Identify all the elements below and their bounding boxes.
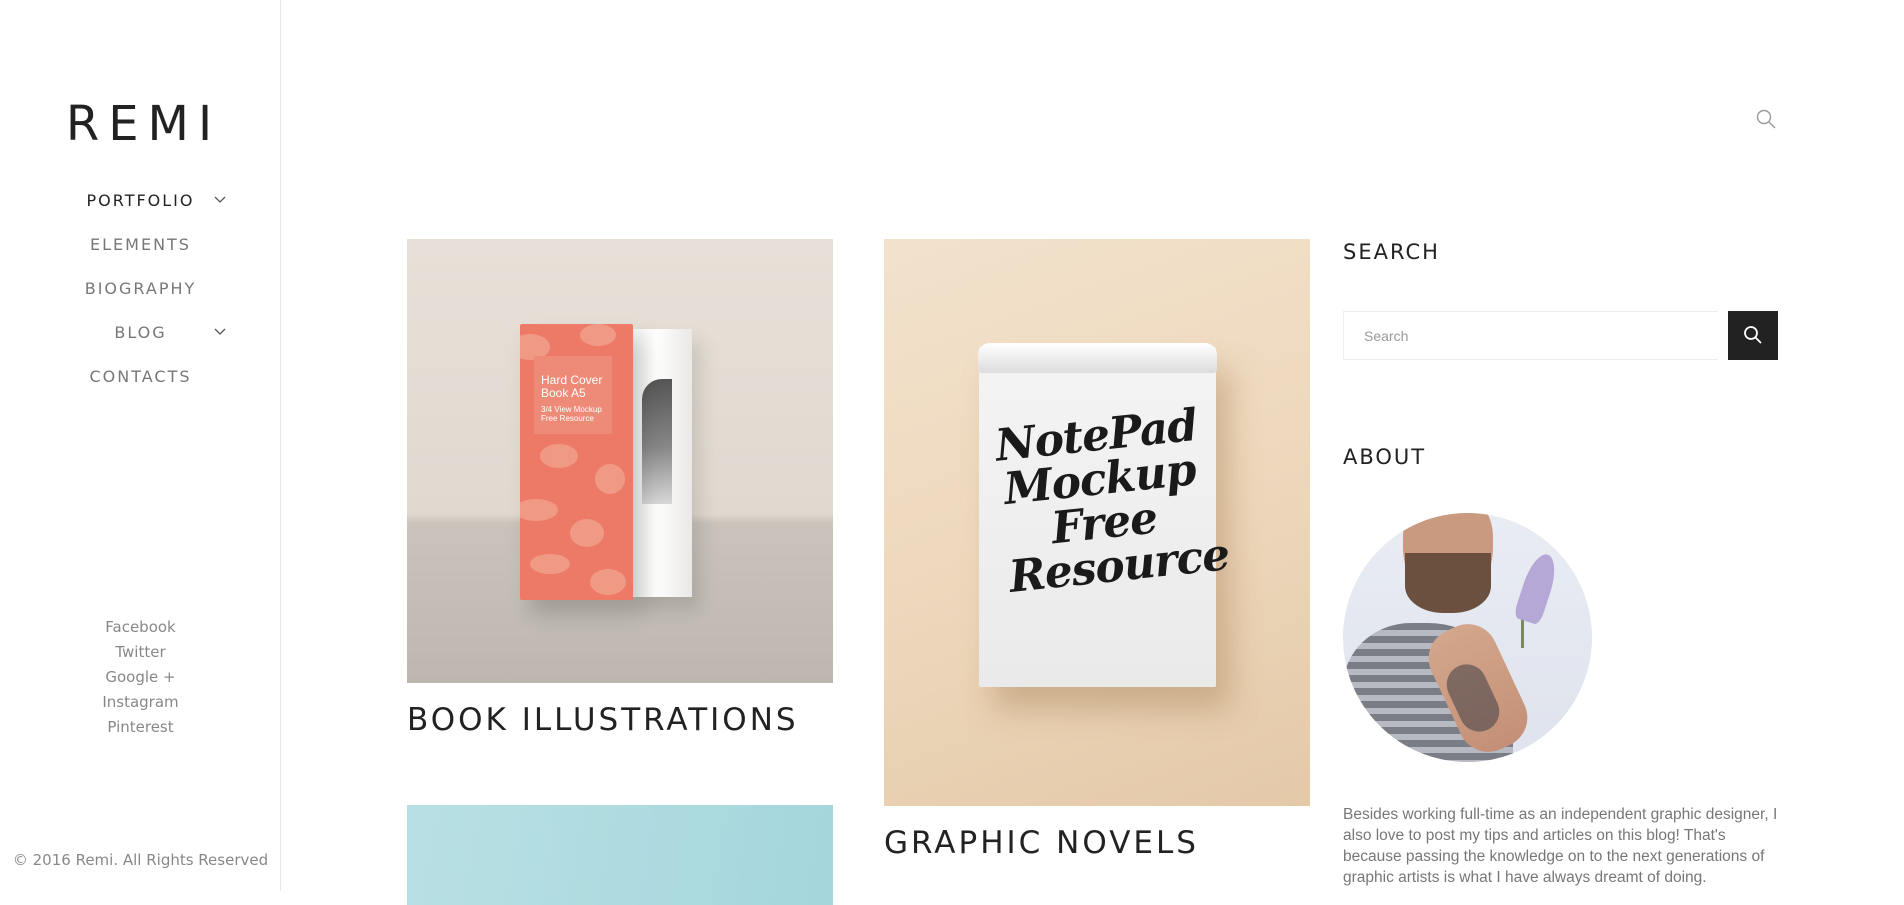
social-link-google-plus[interactable]: Google + xyxy=(0,665,281,690)
social-links: Facebook Twitter Google + Instagram Pint… xyxy=(0,615,281,740)
site-logo[interactable]: REMI xyxy=(0,96,281,152)
portfolio-title[interactable]: BOOK ILLUSTRATIONS xyxy=(407,702,799,738)
search-icon xyxy=(1744,326,1762,344)
portfolio-image-teal[interactable] xyxy=(407,805,833,905)
nav-item-blog[interactable]: BLOG xyxy=(0,318,281,362)
book-page-photo xyxy=(642,379,672,504)
social-link-instagram[interactable]: Instagram xyxy=(0,690,281,715)
book-cover-text: Hard Cover Book A5 3/4 View Mockup Free … xyxy=(541,373,603,424)
portfolio-image-notepad[interactable]: NotePad Mockup Free Resource xyxy=(884,239,1310,806)
social-link-twitter[interactable]: Twitter xyxy=(0,640,281,665)
book-cover: Hard Cover Book A5 3/4 View Mockup Free … xyxy=(520,324,633,600)
nav-item-portfolio[interactable]: PORTFOLIO xyxy=(0,186,281,230)
portfolio-image-book[interactable]: Hard Cover Book A5 3/4 View Mockup Free … xyxy=(407,239,833,683)
book-pages xyxy=(632,329,692,597)
social-link-facebook[interactable]: Facebook xyxy=(0,615,281,640)
portfolio-title[interactable]: GRAPHIC NOVELS xyxy=(884,825,1199,861)
nav-item-biography[interactable]: BIOGRAPHY xyxy=(0,274,281,318)
search-input[interactable] xyxy=(1343,311,1718,360)
nav-item-elements[interactable]: ELEMENTS xyxy=(0,230,281,274)
chevron-down-icon[interactable] xyxy=(212,192,228,208)
search-widget-title: SEARCH xyxy=(1343,240,1440,264)
nav-item-label: BIOGRAPHY xyxy=(84,279,197,298)
notepad-lettering: NotePad Mockup Free Resource xyxy=(992,399,1232,603)
nav-item-label: ELEMENTS xyxy=(90,235,191,254)
left-sidebar: REMI PORTFOLIO ELEMENTS BIOGRAPHY BLOG C… xyxy=(0,0,281,891)
nav-item-label: BLOG xyxy=(114,323,167,342)
main-nav: PORTFOLIO ELEMENTS BIOGRAPHY BLOG CONTAC… xyxy=(0,186,281,406)
chevron-down-icon[interactable] xyxy=(212,324,228,340)
notepad-binding xyxy=(978,343,1217,373)
about-text: Besides working full-time as an independ… xyxy=(1343,806,1778,886)
about-widget-title: ABOUT xyxy=(1343,445,1427,469)
nav-item-label: CONTACTS xyxy=(89,367,192,386)
nav-item-label: PORTFOLIO xyxy=(86,191,195,210)
search-icon[interactable] xyxy=(1755,108,1777,130)
copyright-text: © 2016 Remi. All Rights Reserved xyxy=(12,851,269,869)
social-link-pinterest[interactable]: Pinterest xyxy=(0,715,281,740)
avatar xyxy=(1343,513,1592,762)
search-button[interactable] xyxy=(1728,311,1778,360)
nav-item-contacts[interactable]: CONTACTS xyxy=(0,362,281,406)
